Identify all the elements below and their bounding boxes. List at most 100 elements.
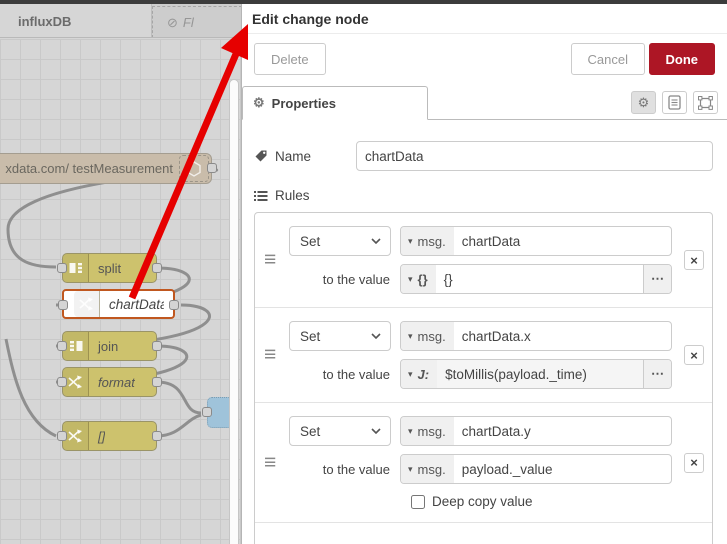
rule1-property-input[interactable]: ▾ msg. chartData [400, 226, 672, 256]
rule1-property-type-button[interactable]: ▾ msg. [401, 227, 454, 255]
rule1-to-label: to the value [322, 271, 390, 287]
deep-copy-checkbox[interactable] [411, 494, 425, 509]
rule1-value[interactable]: {} [436, 265, 643, 293]
name-input[interactable] [356, 141, 713, 171]
node-brackets[interactable]: [] [57, 421, 162, 451]
flow-workspace: influxDB ⊘ Fl xdata.com/ testMeasurement [0, 4, 243, 544]
cancel-button[interactable]: Cancel [570, 43, 645, 75]
rule2-expand-button[interactable]: ⋯ [643, 360, 671, 388]
rule1-delete-button[interactable]: × [684, 250, 704, 270]
dialog-body: Name Rules ≡ Set [242, 120, 727, 544]
deep-copy-label: Deep copy value [432, 494, 533, 509]
rule-row-1: ≡ Set ▾ msg. chartData to the value ▾ {}… [255, 213, 712, 307]
change-icon [74, 291, 100, 317]
jsonata-type-icon: J: [417, 366, 430, 382]
rule1-action-select[interactable]: Set [289, 226, 391, 256]
rule2-action-select[interactable]: Set [289, 321, 391, 351]
node-join[interactable]: join [57, 331, 162, 361]
rule3-value-prefix: msg. [417, 461, 446, 477]
chevron-down-icon [371, 238, 381, 244]
drag-handle-icon[interactable]: ≡ [264, 248, 276, 272]
rule2-property-value[interactable]: chartData.x [454, 322, 671, 350]
node-port[interactable] [57, 377, 67, 387]
chevron-down-icon [371, 428, 381, 434]
node-port[interactable] [57, 341, 67, 351]
node-influxdb-out[interactable]: xdata.com/ testMeasurement [0, 153, 217, 184]
rule1-property-prefix: msg. [417, 233, 446, 249]
rule2-property-type-button[interactable]: ▾ msg. [401, 322, 454, 350]
node-port[interactable] [152, 377, 162, 387]
node-format-label: format [98, 374, 135, 390]
caret-down-icon: ▾ [408, 463, 413, 474]
drag-handle-icon[interactable]: ≡ [264, 451, 276, 475]
node-chartdata[interactable]: chartData [58, 289, 179, 319]
rule2-value-type-button[interactable]: ▾ J: [401, 360, 438, 388]
rule3-action-select[interactable]: Set [289, 416, 391, 446]
flow-canvas[interactable]: xdata.com/ testMeasurement split chartDa… [0, 39, 243, 544]
gear-icon: ⚙ [637, 94, 650, 110]
rule3-action-value: Set [300, 423, 321, 439]
tab-influxdb-label: influxDB [18, 13, 72, 29]
node-port[interactable] [57, 263, 67, 273]
node-port[interactable] [57, 431, 67, 441]
node-port[interactable] [169, 300, 179, 310]
tag-icon [255, 150, 267, 162]
rules-empty-area [255, 522, 712, 544]
node-port[interactable] [58, 300, 68, 310]
node-format[interactable]: format [57, 367, 162, 397]
rule1-property-value[interactable]: chartData [454, 227, 671, 255]
rule3-property-value[interactable]: chartData.y [454, 417, 671, 445]
rule3-value[interactable]: payload._value [454, 455, 671, 483]
node-split[interactable]: split [57, 253, 162, 283]
caret-down-icon: ▾ [408, 368, 413, 379]
tab-disabled-flow[interactable]: ⊘ Fl [152, 6, 242, 37]
rule1-value-input[interactable]: ▾ {} {} ⋯ [400, 264, 672, 294]
description-tab-button[interactable] [662, 91, 687, 114]
drag-handle-icon[interactable]: ≡ [264, 343, 276, 367]
rule2-value-input[interactable]: ▾ J: $toMillis(payload._time) ⋯ [400, 359, 672, 389]
rule2-action-value: Set [300, 328, 321, 344]
node-chartdata-label: chartData [109, 296, 164, 312]
deep-copy-row: Deep copy value [411, 494, 672, 509]
rule-row-2: ≡ Set ▾ msg. chartData.x to the value ▾ … [255, 307, 712, 402]
rule3-property-input[interactable]: ▾ msg. chartData.y [400, 416, 672, 446]
rule2-property-input[interactable]: ▾ msg. chartData.x [400, 321, 672, 351]
caret-down-icon: ▾ [408, 425, 413, 436]
node-port[interactable] [152, 431, 162, 441]
caret-down-icon: ▾ [408, 235, 413, 246]
prohibit-icon: ⊘ [167, 14, 178, 30]
node-port[interactable] [152, 263, 162, 273]
rule3-property-type-button[interactable]: ▾ msg. [401, 417, 454, 445]
node-port[interactable] [202, 407, 212, 417]
tab-properties-label: Properties [271, 95, 336, 111]
node-port[interactable] [152, 341, 162, 351]
rule2-delete-button[interactable]: × [684, 345, 704, 365]
chevron-down-icon [371, 333, 381, 339]
tab-properties[interactable]: ⚙ Properties [242, 86, 428, 120]
name-label-group: Name [254, 149, 356, 164]
list-icon [254, 190, 268, 201]
rules-header: Rules [254, 188, 713, 203]
rule1-action-value: Set [300, 233, 321, 249]
name-label: Name [275, 148, 312, 164]
rule3-value-type-button[interactable]: ▾ msg. [401, 455, 454, 483]
flow-tabbar: influxDB ⊘ Fl [0, 4, 243, 38]
tab-influxdb[interactable]: influxDB [0, 4, 152, 37]
rule2-to-label: to the value [322, 366, 390, 382]
rule2-value[interactable]: $toMillis(payload._time) [437, 360, 643, 388]
node-split-label: split [98, 260, 122, 276]
rule3-value-input[interactable]: ▾ msg. payload._value [400, 454, 672, 484]
rule3-property-prefix: msg. [417, 423, 446, 439]
rule1-value-type-button[interactable]: ▾ {} [401, 265, 436, 293]
appearance-tab-button[interactable] [693, 91, 718, 114]
delete-button[interactable]: Delete [254, 43, 326, 75]
done-button[interactable]: Done [648, 43, 715, 75]
dialog-title: Edit change node [242, 4, 727, 34]
properties-tab-button[interactable]: ⚙ [631, 91, 656, 114]
workspace-scrollbar[interactable] [229, 79, 239, 544]
rule-row-3: ≡ Set ▾ msg. chartData.y to the value ▾ … [255, 402, 712, 522]
rule3-delete-button[interactable]: × [684, 452, 704, 473]
node-port[interactable] [207, 163, 217, 173]
rule1-expand-button[interactable]: ⋯ [643, 265, 671, 293]
edit-dialog: Edit change node Delete Cancel Done ⚙ Pr… [241, 4, 727, 544]
